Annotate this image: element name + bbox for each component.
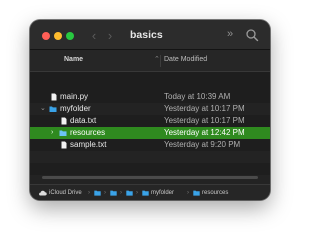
folder-icon (94, 190, 101, 196)
path-item-label: resources (202, 190, 229, 196)
chevron-right-icon: › (187, 190, 189, 196)
chevron-right-icon: › (120, 190, 122, 196)
document-icon (51, 93, 57, 101)
file-list: main.py Today at 10:39 AM ⌄ myfolder Yes… (30, 72, 270, 184)
file-name: data.txt (70, 116, 97, 125)
column-date-header[interactable]: Date Modified (164, 56, 207, 63)
file-date: Yesterday at 12:42 PM (164, 128, 245, 137)
path-item-folder[interactable] (94, 188, 101, 198)
folder-name: resources (70, 128, 106, 137)
folder-name: myfolder (60, 104, 91, 113)
file-date: Yesterday at 10:17 PM (164, 104, 245, 113)
minimize-window-button[interactable] (54, 32, 62, 40)
document-icon (61, 141, 67, 149)
file-row[interactable]: sample.txt Yesterday at 9:20 PM (30, 139, 270, 151)
finder-window: ‹ › basics » Name ⌃ Date Modified main.p… (30, 20, 270, 200)
cloud-icon (39, 190, 47, 196)
file-row[interactable]: data.txt Yesterday at 10:17 PM (30, 115, 270, 127)
column-name-header[interactable]: Name (64, 56, 83, 63)
path-bar: iCloud Drive › › › › myfolder › resource… (30, 184, 270, 200)
folder-icon (49, 106, 57, 112)
folder-icon (110, 190, 117, 196)
path-item-label: myfolder (151, 190, 175, 196)
path-item-icloud[interactable]: iCloud Drive (38, 188, 82, 198)
file-name: main.py (60, 92, 89, 101)
close-window-button[interactable] (42, 32, 50, 40)
folder-icon (193, 190, 200, 196)
sort-indicator-icon: ⌃ (154, 56, 160, 63)
empty-row (30, 151, 270, 163)
path-item-resources[interactable]: resources (193, 188, 228, 198)
file-date: Today at 10:39 AM (164, 92, 231, 101)
path-item-folder[interactable] (110, 188, 117, 198)
file-date: Yesterday at 9:20 PM (164, 140, 241, 149)
search-icon[interactable] (245, 28, 259, 42)
path-item-myfolder[interactable]: myfolder (142, 188, 174, 198)
horizontal-scrollbar[interactable] (42, 176, 258, 179)
folder-icon (126, 190, 133, 196)
disclosure-collapsed-icon[interactable]: › (51, 127, 53, 139)
path-item-folder[interactable] (126, 188, 133, 198)
file-date: Yesterday at 10:17 PM (164, 116, 245, 125)
double-chevron-right-icon[interactable]: » (227, 28, 233, 40)
folder-icon (142, 190, 149, 196)
path-item-label: iCloud Drive (49, 190, 82, 196)
disclosure-expanded-icon[interactable]: ⌄ (40, 103, 46, 115)
chevron-right-icon: › (136, 190, 138, 196)
file-row[interactable]: main.py Today at 10:39 AM (30, 91, 270, 103)
file-name: sample.txt (70, 140, 107, 149)
folder-icon (59, 130, 67, 136)
zoom-window-button[interactable] (66, 32, 74, 40)
chevron-right-icon: › (88, 190, 90, 196)
column-divider[interactable] (160, 55, 161, 67)
title-bar: ‹ › basics » (30, 20, 270, 50)
chevron-right-icon[interactable]: › (104, 29, 116, 43)
chevron-left-icon[interactable]: ‹ (88, 29, 100, 43)
folder-row[interactable]: ⌄ myfolder Yesterday at 10:17 PM (30, 103, 270, 115)
folder-row-selected[interactable]: › resources Yesterday at 12:42 PM (30, 127, 270, 139)
window-title: basics (130, 29, 163, 41)
document-icon (61, 117, 67, 125)
chevron-right-icon: › (104, 190, 106, 196)
column-header: Name ⌃ Date Modified (30, 50, 270, 72)
